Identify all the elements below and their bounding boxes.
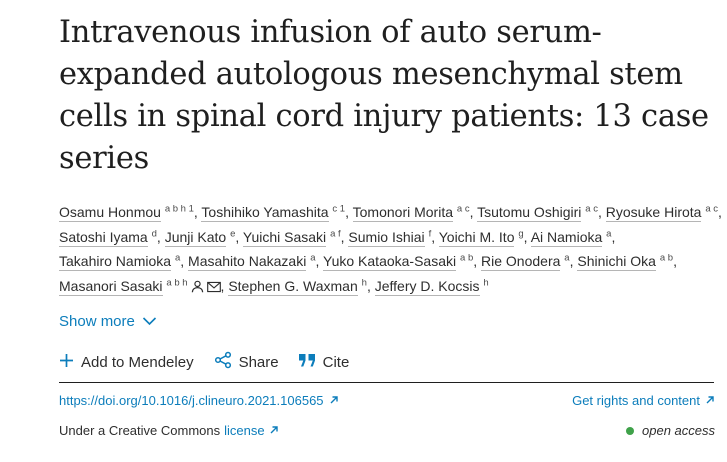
add-to-mendeley-button[interactable]: Add to Mendeley	[59, 353, 194, 372]
author-item: Tomonori Morita a c	[352, 203, 470, 222]
author-item: Shinichi Oka a b	[577, 252, 673, 271]
doi-link[interactable]: https://doi.org/10.1016/j.clineuro.2021.…	[59, 393, 339, 408]
author-item: Junji Kato e	[164, 228, 235, 247]
share-label: Share	[238, 353, 279, 371]
chevron-down-icon	[142, 313, 157, 330]
author-name[interactable]: Junji Kato	[164, 228, 227, 247]
author-item: Tsutomu Oshigiri a c	[477, 203, 598, 222]
open-access-label: open access	[642, 423, 715, 438]
author-name[interactable]: Satoshi Iyama	[59, 228, 148, 247]
envelope-icon[interactable]	[206, 276, 221, 301]
author-name[interactable]: Yuichi Sasaki	[242, 228, 327, 247]
author-item: Osamu Honmou a b h 1	[59, 203, 194, 222]
author-affiliation[interactable]: a b	[460, 252, 473, 263]
author-name[interactable]: Ai Namioka	[530, 228, 603, 247]
author-item: Jeffery D. Kocsis h	[374, 277, 489, 296]
author-item: Satoshi Iyama d	[59, 228, 157, 247]
author-affiliation[interactable]: a b h	[166, 277, 187, 288]
author-affiliation[interactable]: e	[230, 228, 235, 239]
author-item: Toshihiko Yamashita c 1	[201, 203, 345, 222]
author-affiliation[interactable]: h	[483, 277, 488, 288]
author-name[interactable]: Tomonori Morita	[352, 204, 454, 222]
get-rights-link[interactable]: Get rights and content	[572, 393, 715, 408]
license-link[interactable]: license	[224, 423, 278, 438]
share-icon	[214, 351, 232, 373]
author-name[interactable]: Toshihiko Yamashita	[201, 204, 329, 222]
author-item: Masahito Nakazaki a	[188, 252, 316, 271]
external-link-icon	[705, 393, 715, 408]
quote-icon	[298, 353, 316, 371]
doi-label: https://doi.org/10.1016/j.clineuro.2021.…	[59, 393, 324, 408]
cite-label: Cite	[322, 353, 350, 371]
author-name[interactable]: Yoichi M. Ito	[438, 228, 515, 247]
author-affiliation[interactable]: d	[152, 228, 157, 239]
author-affiliation[interactable]: a b h 1	[165, 203, 194, 214]
author-item: Stephen G. Waxman h	[228, 277, 367, 296]
author-item: Sumio Ishiai f	[348, 228, 432, 247]
author-affiliation[interactable]: a	[175, 252, 180, 263]
author-affiliation[interactable]: a c	[585, 203, 598, 214]
author-affiliation[interactable]: a f	[330, 228, 341, 239]
get-rights-label: Get rights and content	[572, 393, 700, 408]
author-name[interactable]: Tsutomu Oshigiri	[477, 204, 582, 222]
author-affiliation[interactable]: a	[310, 252, 315, 263]
open-access-badge: open access	[626, 423, 715, 438]
author-affiliation[interactable]: a	[564, 252, 569, 263]
author-item: Ai Namioka a	[530, 228, 611, 247]
author-name[interactable]: Stephen G. Waxman	[228, 277, 358, 296]
plus-icon	[59, 353, 74, 372]
author-affiliation[interactable]: a c	[457, 203, 470, 214]
license-prefix: Under a Creative Commons	[59, 423, 221, 438]
person-icon[interactable]	[191, 276, 204, 301]
author-name[interactable]: Sumio Ishiai	[348, 228, 425, 247]
author-name[interactable]: Masanori Sasaki	[59, 277, 163, 296]
external-link-icon	[269, 423, 279, 438]
author-name[interactable]: Yuko Kataoka-Sasaki	[323, 253, 457, 271]
author-item: Masanori Sasaki a b h	[59, 277, 221, 296]
article-actions: Add to Mendeley Share Cite	[59, 351, 369, 373]
author-item: Yuichi Sasaki a f	[242, 228, 341, 247]
author-affiliation[interactable]: a	[606, 228, 611, 239]
author-name[interactable]: Jeffery D. Kocsis	[374, 277, 480, 296]
author-name[interactable]: Shinichi Oka	[577, 253, 656, 271]
author-affiliation[interactable]: f	[429, 228, 432, 239]
article-header: Intravenous infusion of auto serum-expan…	[0, 0, 727, 462]
cite-button[interactable]: Cite	[298, 353, 350, 371]
license-statement: Under a Creative Commons license	[59, 423, 279, 438]
external-link-icon	[329, 393, 339, 408]
author-item: Yoichi M. Ito g	[438, 228, 524, 247]
author-name[interactable]: Osamu Honmou	[59, 204, 161, 222]
author-affiliation[interactable]: h	[362, 277, 367, 288]
author-list: Osamu Honmou a b h 1, Toshihiko Yamashit…	[59, 200, 723, 300]
open-access-dot-icon	[626, 426, 634, 435]
author-item: Takahiro Namioka a	[59, 252, 180, 271]
author-item: Rie Onodera a	[481, 252, 570, 271]
author-affiliation[interactable]: g	[518, 228, 523, 239]
author-item: Ryosuke Hirota a c	[605, 203, 718, 222]
add-to-mendeley-label: Add to Mendeley	[81, 353, 194, 371]
share-button[interactable]: Share	[214, 351, 279, 373]
divider	[59, 382, 714, 383]
author-name[interactable]: Takahiro Namioka	[59, 253, 172, 271]
author-name[interactable]: Ryosuke Hirota	[605, 204, 702, 222]
author-affiliation[interactable]: a c	[705, 203, 718, 214]
author-name[interactable]: Masahito Nakazaki	[188, 253, 307, 271]
article-title: Intravenous infusion of auto serum-expan…	[59, 15, 709, 176]
show-more-button[interactable]: Show more	[59, 313, 157, 330]
author-affiliation[interactable]: a b	[660, 252, 673, 263]
author-item: Yuko Kataoka-Sasaki a b	[323, 252, 473, 271]
author-name[interactable]: Rie Onodera	[481, 253, 561, 271]
author-affiliation[interactable]: c 1	[332, 203, 345, 214]
show-more-label: Show more	[59, 313, 135, 330]
license-link-label: license	[224, 423, 265, 438]
